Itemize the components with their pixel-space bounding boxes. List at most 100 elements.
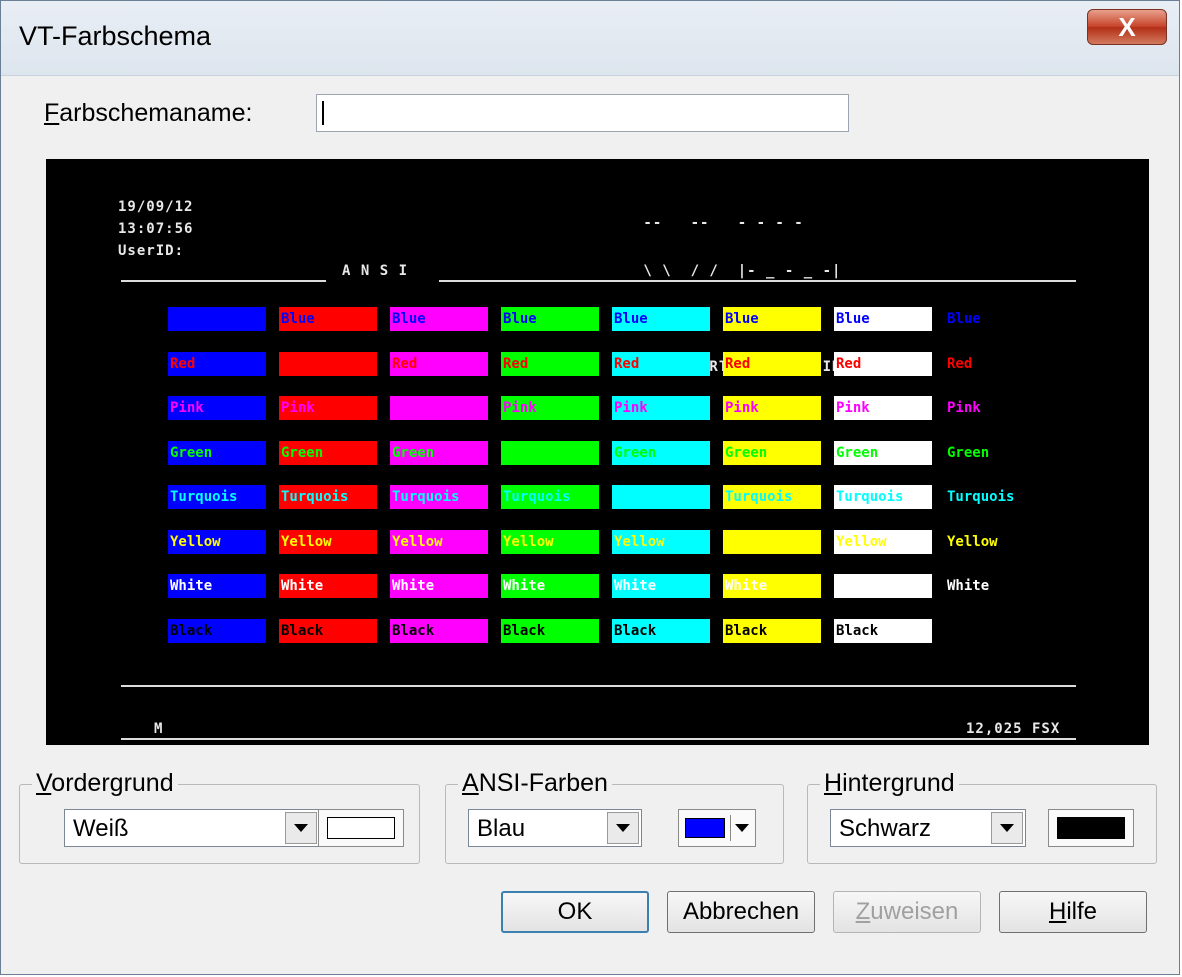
close-button[interactable]: X: [1087, 9, 1167, 45]
color-sample-cell[interactable]: Pink: [723, 396, 821, 420]
color-sample-cell[interactable]: Yellow: [612, 529, 710, 554]
color-sample-cell[interactable]: Black: [612, 618, 710, 643]
color-sample-cell[interactable]: Blue: [723, 307, 821, 331]
color-sample-cell[interactable]: Yellow: [945, 529, 1043, 554]
picker-divider: [730, 815, 731, 841]
color-sample-cell[interactable]: Green: [168, 440, 266, 465]
status-left: M: [154, 721, 164, 737]
color-sample-cell[interactable]: Green: [723, 440, 821, 465]
color-sample-cell[interactable]: White: [501, 574, 599, 598]
color-sample-cell[interactable]: Red: [612, 351, 710, 376]
help-button[interactable]: Hilfe: [999, 891, 1147, 933]
color-sample-cell[interactable]: Blue: [612, 307, 710, 331]
background-select-value: Schwarz: [839, 815, 932, 842]
scheme-name-input[interactable]: [316, 94, 849, 132]
background-swatch-button[interactable]: [1048, 809, 1134, 847]
foreground-group: Vordergrund Weiß: [19, 769, 420, 864]
divider-line: [121, 685, 1076, 687]
ok-button[interactable]: OK: [501, 891, 649, 933]
cancel-button[interactable]: Abbrechen: [667, 891, 815, 933]
color-swatch-cell[interactable]: [501, 440, 599, 465]
color-sample-cell[interactable]: Yellow: [168, 529, 266, 554]
ansi-select[interactable]: Blau: [468, 809, 642, 847]
foreground-dropdown-button[interactable]: [285, 812, 317, 844]
color-sample-cell[interactable]: White: [168, 574, 266, 598]
color-sample-cell[interactable]: Turquois: [945, 485, 1043, 509]
ansi-group: ANSI-Farben Blau: [445, 769, 784, 864]
color-sample-cell[interactable]: Pink: [501, 396, 599, 420]
color-sample-cell[interactable]: Pink: [834, 396, 932, 420]
color-sample-cell[interactable]: Turquois: [279, 485, 377, 509]
foreground-swatch: [327, 817, 395, 839]
color-sample-cell[interactable]: Yellow: [279, 529, 377, 554]
chevron-down-icon: [1000, 824, 1014, 832]
color-sample-cell[interactable]: Yellow: [834, 529, 932, 554]
color-sample-cell[interactable]: Green: [612, 440, 710, 465]
color-sample-cell[interactable]: White: [723, 574, 821, 598]
color-sample-cell[interactable]: Turquois: [390, 485, 488, 509]
color-swatch-cell[interactable]: [723, 529, 821, 554]
color-sample-cell[interactable]: Black: [501, 618, 599, 643]
color-sample-cell[interactable]: Black: [390, 618, 488, 643]
color-swatch-cell[interactable]: [834, 574, 932, 598]
color-sample-cell[interactable]: Red: [390, 351, 488, 376]
color-sample-cell[interactable]: Blue: [834, 307, 932, 331]
dialog-window: VT-Farbschema X Farbschemaname: 19/09/12…: [0, 0, 1180, 975]
color-sample-cell[interactable]: Blue: [945, 307, 1043, 331]
foreground-swatch-button[interactable]: [318, 809, 404, 847]
ansi-swatch: [685, 818, 725, 838]
background-dropdown-button[interactable]: [991, 812, 1023, 844]
color-swatch-cell[interactable]: [168, 307, 266, 331]
color-sample-cell[interactable]: Blue: [390, 307, 488, 331]
color-sample-cell[interactable]: Pink: [279, 396, 377, 420]
color-sample-cell[interactable]: Pink: [168, 396, 266, 420]
status-right: 12,025 FSX: [966, 721, 1061, 737]
color-sample-cell[interactable]: Turquois: [501, 485, 599, 509]
color-sample-cell[interactable]: Green: [834, 440, 932, 465]
color-sample-cell[interactable]: Black: [168, 618, 266, 643]
color-sample-cell[interactable]: Red: [834, 351, 932, 376]
color-sample-cell[interactable]: Pink: [612, 396, 710, 420]
foreground-select[interactable]: Weiß: [64, 809, 320, 847]
color-sample-cell[interactable]: Red: [501, 351, 599, 376]
assign-button[interactable]: Zuweisen: [833, 891, 981, 933]
color-sample-cell[interactable]: Yellow: [390, 529, 488, 554]
color-sample-cell[interactable]: Turquois: [834, 485, 932, 509]
color-sample-cell[interactable]: Red: [168, 351, 266, 376]
color-swatch-cell[interactable]: [945, 618, 1043, 643]
color-sample-cell[interactable]: Pink: [945, 396, 1043, 420]
chevron-down-icon[interactable]: [735, 824, 749, 832]
chevron-down-icon: [294, 824, 308, 832]
color-sample-cell[interactable]: Turquois: [723, 485, 821, 509]
color-sample-cell[interactable]: Green: [945, 440, 1043, 465]
ansi-color-picker[interactable]: [678, 809, 756, 847]
color-swatch-cell[interactable]: [612, 485, 710, 509]
color-sample-cell[interactable]: Blue: [501, 307, 599, 331]
color-sample-cell[interactable]: Black: [834, 618, 932, 643]
terminal-preview[interactable]: 19/09/12 13:07:56 UserID: -- -- - - - - …: [46, 159, 1149, 745]
title-bar: VT-Farbschema X: [1, 1, 1179, 76]
color-sample-cell[interactable]: Blue: [279, 307, 377, 331]
color-sample-cell[interactable]: Turquois: [168, 485, 266, 509]
background-select[interactable]: Schwarz: [830, 809, 1026, 847]
color-sample-cell[interactable]: White: [279, 574, 377, 598]
color-swatch-cell[interactable]: [390, 396, 488, 420]
color-sample-cell[interactable]: White: [390, 574, 488, 598]
foreground-group-label: Vordergrund: [32, 769, 178, 798]
ansi-dropdown-button[interactable]: [607, 812, 639, 844]
color-sample-cell[interactable]: Red: [945, 351, 1043, 376]
chevron-down-icon: [616, 824, 630, 832]
color-sample-cell[interactable]: White: [945, 574, 1043, 598]
color-sample-cell[interactable]: Yellow: [501, 529, 599, 554]
background-swatch: [1057, 817, 1125, 839]
color-sample-cell[interactable]: White: [612, 574, 710, 598]
color-sample-cell[interactable]: Green: [390, 440, 488, 465]
color-sample-cell[interactable]: Green: [279, 440, 377, 465]
text-caret: [322, 101, 324, 125]
divider-line: [439, 280, 1076, 282]
color-sample-cell[interactable]: Red: [723, 351, 821, 376]
color-sample-cell[interactable]: Black: [723, 618, 821, 643]
color-sample-cell[interactable]: Black: [279, 618, 377, 643]
color-swatch-cell[interactable]: [279, 351, 377, 376]
ansi-select-value: Blau: [477, 815, 526, 842]
